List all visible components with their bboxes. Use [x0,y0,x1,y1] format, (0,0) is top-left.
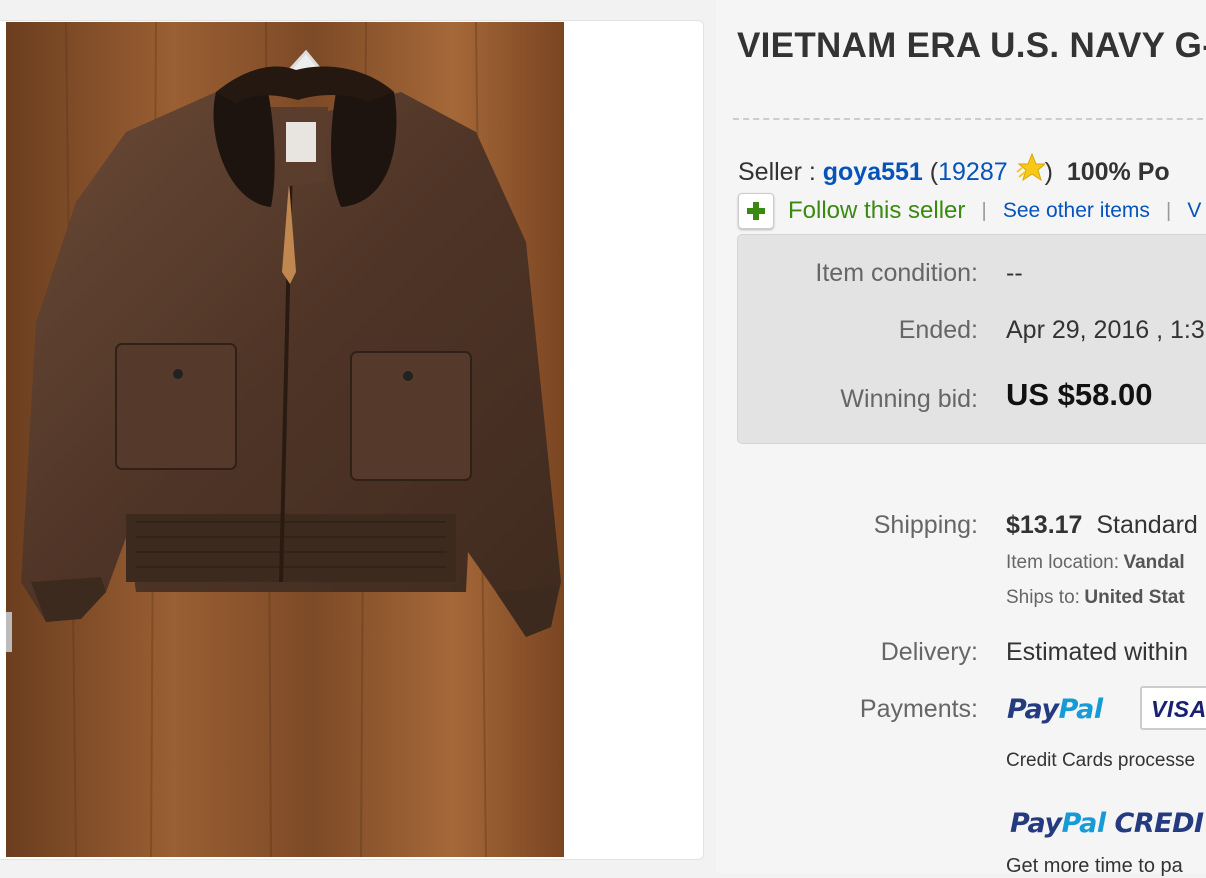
seller-info: Seller : goya551 (19287 ) 100% Po [738,152,1170,190]
follow-seller-link[interactable]: Follow this seller [788,197,965,224]
follow-plus-icon [747,202,765,220]
separator: | [1166,199,1172,222]
feedback-star-icon[interactable] [1015,152,1046,190]
feedback-open-paren: ( [929,158,939,186]
ships-to-value: United Stat [1084,587,1185,608]
seller-label: Seller : [738,158,816,186]
item-location-label: Item location: [1006,552,1119,573]
shipping-info: $13.17 Standard [1006,511,1198,540]
item-location: Item location: Vandal [1006,552,1185,574]
delivery-value: Estimated within [1006,638,1189,666]
ships-to-label: Ships to: [1006,587,1080,608]
paypal-credit-pal: Pal [1061,808,1107,839]
condition-value: -- [1006,259,1023,287]
seller-username-link[interactable]: goya551 [823,158,923,186]
follow-seller-button[interactable] [738,193,774,229]
feedback-score-link[interactable]: 19287 [938,158,1008,186]
shipping-label: Shipping: [873,511,978,539]
winning-bid-value: US $58.00 [1006,377,1153,412]
paypal-logo-pay: Pay [1007,694,1059,725]
shipping-method: Standard [1096,511,1198,539]
listing-title: VIETNAM ERA U.S. NAVY G-1 [737,26,1206,65]
delivery-label: Delivery: [880,638,978,666]
paypal-logo-pal: Pal [1058,694,1104,725]
visa-logo: VISA [1140,686,1206,730]
visit-store-link[interactable]: V [1187,199,1201,222]
item-photo[interactable] [6,22,564,857]
paypal-logo: PayPal [1007,694,1103,725]
feedback-close-paren: ) [1044,158,1053,186]
paypal-credit-word: CREDI [1114,808,1205,839]
item-location-value: Vandal [1123,552,1185,573]
payments-label: Payments: [859,695,978,723]
positive-feedback: 100% Po [1066,158,1170,186]
shipping-cost: $13.17 [1006,511,1083,539]
winning-bid-label: Winning bid: [840,385,978,413]
ended-value: Apr 29, 2016 , 1:3 [1006,316,1205,344]
paypal-credit-logo[interactable]: PayPal CREDI [1010,808,1204,839]
separator: | [981,199,987,222]
paypal-credit-pay: Pay [1010,808,1062,839]
title-divider [733,118,1206,120]
ended-label: Ended: [898,316,978,344]
ships-to: Ships to: United Stat [1006,587,1185,609]
seller-actions: Follow this seller | See other items | V [738,193,1201,229]
see-other-items-link[interactable]: See other items [1003,199,1150,222]
credit-card-note: Credit Cards processe [1006,750,1196,771]
paypal-credit-tagline: Get more time to pa [1006,855,1183,877]
condition-label: Item condition: [815,259,978,287]
